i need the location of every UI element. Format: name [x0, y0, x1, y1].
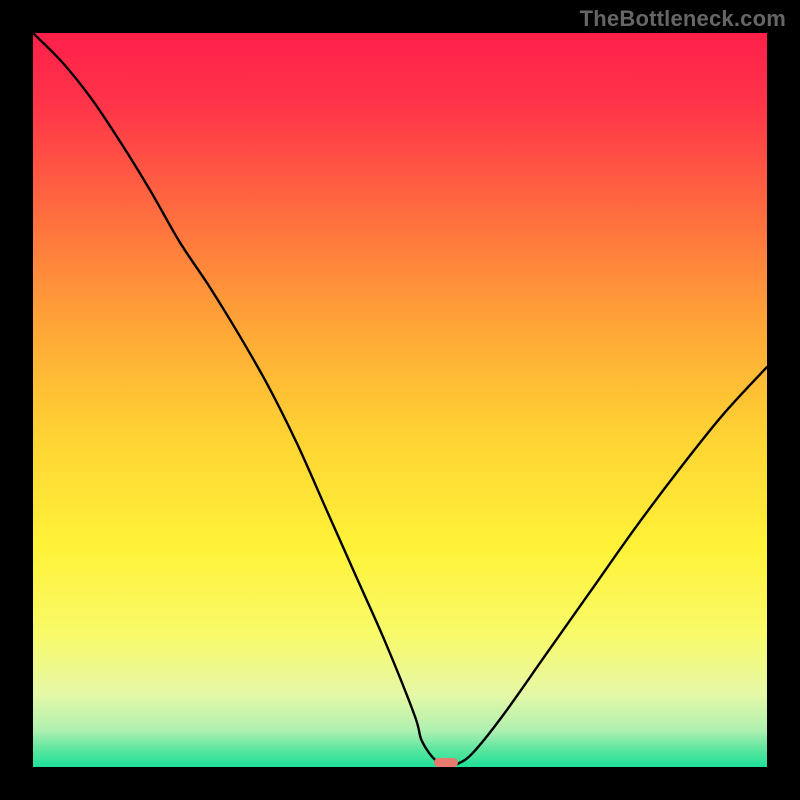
- curve-layer: [33, 33, 767, 767]
- chart-frame: [0, 0, 800, 800]
- watermark-text: TheBottleneck.com: [580, 6, 786, 32]
- plot-area: [33, 33, 767, 767]
- bottleneck-curve: [33, 33, 767, 764]
- optimal-point-marker: [434, 758, 457, 767]
